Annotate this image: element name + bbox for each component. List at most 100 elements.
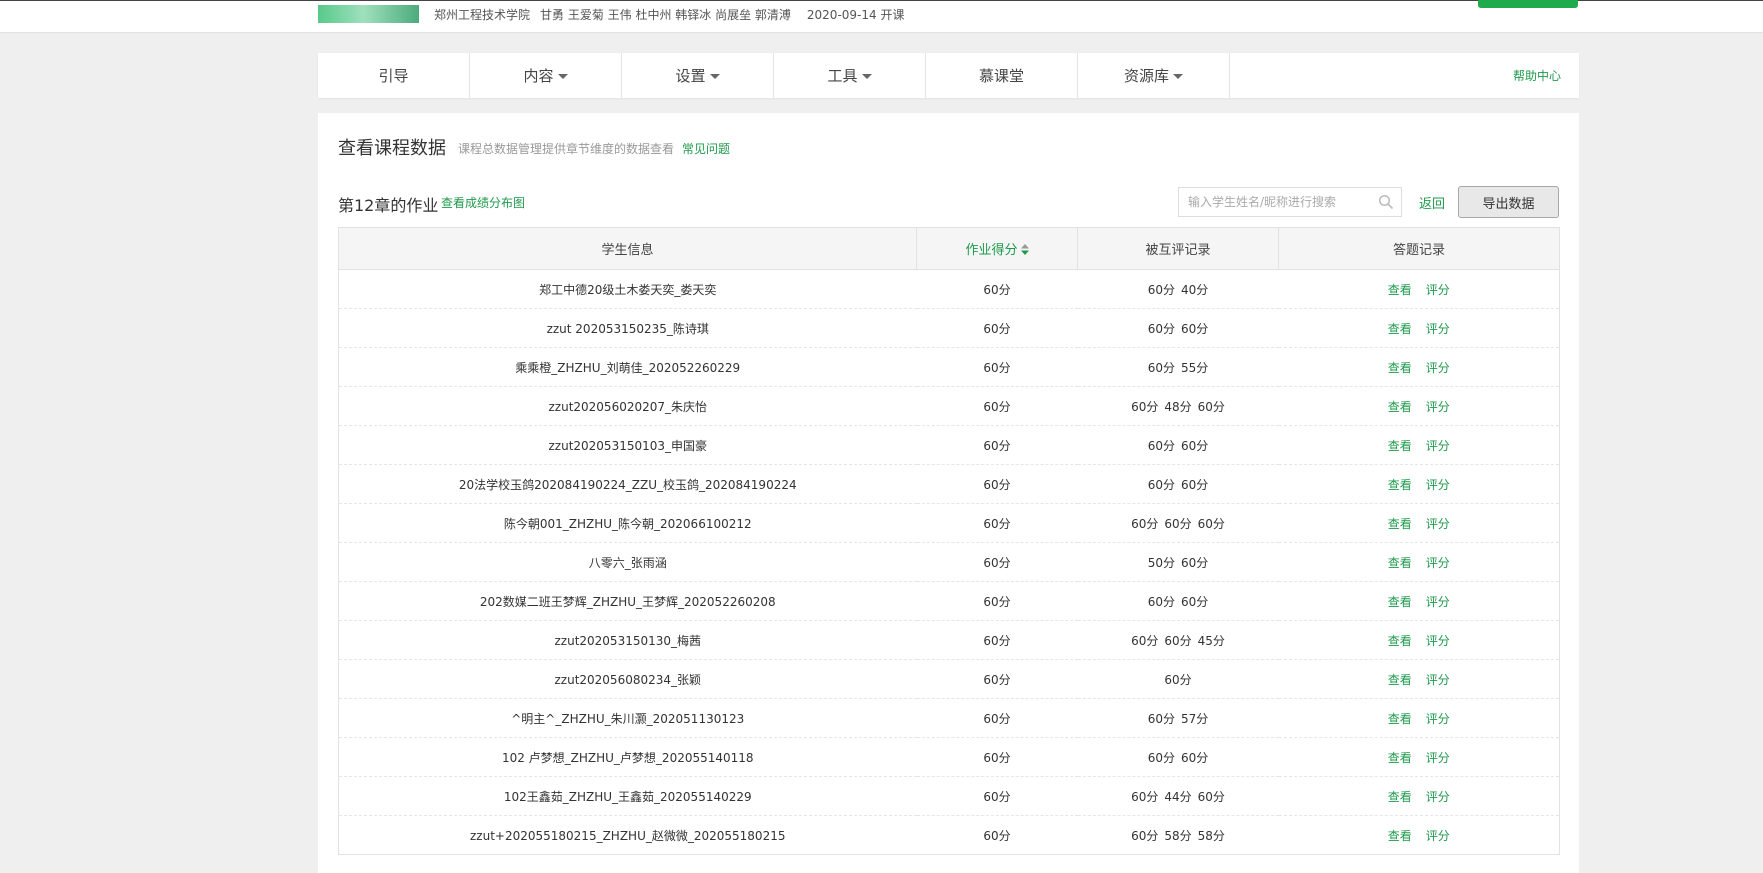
peer-review-score: 60分 bbox=[1181, 594, 1209, 609]
chevron-down-icon bbox=[709, 74, 720, 79]
peer-review-score: 60分 bbox=[1181, 438, 1209, 453]
column-header-answer-record: 答题记录 bbox=[1278, 227, 1560, 270]
nav-label: 内容 bbox=[523, 67, 554, 85]
answer-record-cell: 查看 评分 bbox=[1278, 269, 1560, 309]
grade-link[interactable]: 评分 bbox=[1426, 751, 1450, 765]
grade-link[interactable]: 评分 bbox=[1426, 673, 1450, 687]
view-link[interactable]: 查看 bbox=[1388, 517, 1412, 531]
homework-score-cell: 60分 bbox=[916, 698, 1078, 738]
export-data-button[interactable]: 导出数据 bbox=[1458, 186, 1559, 218]
table-row: ^明主^_ZHZHU_朱川灏_202051130123 60分 60分 57分 查看 评分 bbox=[338, 698, 1560, 738]
answer-record-cell: 查看 评分 bbox=[1278, 347, 1560, 387]
grade-link[interactable]: 评分 bbox=[1426, 478, 1450, 492]
view-link[interactable]: 查看 bbox=[1388, 478, 1412, 492]
grade-link[interactable]: 评分 bbox=[1426, 712, 1450, 726]
score-distribution-link[interactable]: 查看成绩分布图 bbox=[441, 194, 525, 211]
answer-record-cell: 查看 评分 bbox=[1278, 425, 1560, 465]
table-row: zzut202056080234_张颖 60分 60分 查看 评分 bbox=[338, 659, 1560, 699]
assignment-title: 第12章的作业 bbox=[338, 196, 439, 215]
answer-record-cell: 查看 评分 bbox=[1278, 308, 1560, 348]
student-info-cell: 乘乘橙_ZHZHU_刘萌佳_202052260229 bbox=[338, 347, 917, 387]
grade-link[interactable]: 评分 bbox=[1426, 595, 1450, 609]
course-data-panel: 查看课程数据 课程总数据管理提供章节维度的数据查看 常见问题 第12章的作业 查… bbox=[318, 113, 1579, 873]
table-row: 郑工中德20级土木娄天奕_娄天奕 60分 60分 40分 查看 评分 bbox=[338, 269, 1560, 309]
peer-review-score: 60分 bbox=[1197, 399, 1225, 414]
view-link[interactable]: 查看 bbox=[1388, 595, 1412, 609]
homework-score-cell: 60分 bbox=[916, 269, 1078, 309]
back-link[interactable]: 返回 bbox=[1419, 193, 1445, 212]
homework-score-cell: 60分 bbox=[916, 347, 1078, 387]
homework-score-cell: 60分 bbox=[916, 308, 1078, 348]
header-action-button[interactable] bbox=[1478, 0, 1578, 8]
peer-review-score: 60分 bbox=[1131, 633, 1159, 648]
grade-link[interactable]: 评分 bbox=[1426, 790, 1450, 804]
view-link[interactable]: 查看 bbox=[1388, 712, 1412, 726]
peer-review-score: 48分 bbox=[1164, 399, 1192, 414]
peer-review-score: 60分 bbox=[1147, 750, 1175, 765]
grade-link[interactable]: 评分 bbox=[1426, 829, 1450, 843]
grade-link[interactable]: 评分 bbox=[1426, 439, 1450, 453]
faq-link[interactable]: 常见问题 bbox=[682, 140, 730, 157]
answer-record-cell: 查看 评分 bbox=[1278, 581, 1560, 621]
chevron-down-icon bbox=[1173, 74, 1183, 79]
table-row: zzut+202055180215_ZHZHU_赵微微_202055180215… bbox=[338, 815, 1560, 855]
answer-record-cell: 查看 评分 bbox=[1278, 620, 1560, 660]
grade-link[interactable]: 评分 bbox=[1426, 361, 1450, 375]
course-cover-image[interactable] bbox=[318, 5, 419, 23]
answer-record-cell: 查看 评分 bbox=[1278, 737, 1560, 777]
peer-review-score: 44分 bbox=[1164, 789, 1192, 804]
student-info-cell: zzut202053150130_梅茜 bbox=[338, 620, 917, 660]
view-link[interactable]: 查看 bbox=[1388, 400, 1412, 414]
peer-review-cell: 60分 55分 bbox=[1077, 347, 1279, 387]
view-link[interactable]: 查看 bbox=[1388, 556, 1412, 570]
nav-tools[interactable]: 工具 bbox=[774, 53, 926, 98]
table-row: 202数媒二班王梦辉_ZHZHU_王梦辉_202052260208 60分 60分 6… bbox=[338, 581, 1560, 621]
view-link[interactable]: 查看 bbox=[1388, 322, 1412, 336]
peer-review-cell: 50分 60分 bbox=[1077, 542, 1279, 582]
nav-guide[interactable]: 引导 bbox=[318, 53, 470, 98]
search-input[interactable] bbox=[1179, 188, 1387, 216]
nav-mooc-classroom[interactable]: 慕课堂 bbox=[926, 53, 1078, 98]
student-info-cell: ^明主^_ZHZHU_朱川灏_202051130123 bbox=[338, 698, 917, 738]
view-link[interactable]: 查看 bbox=[1388, 829, 1412, 843]
view-link[interactable]: 查看 bbox=[1388, 439, 1412, 453]
course-nav: 引导 内容 设置 工具 慕课堂 资源库 帮助中心 bbox=[318, 53, 1579, 98]
view-link[interactable]: 查看 bbox=[1388, 673, 1412, 687]
student-info-cell: 陈今朝001_ZHZHU_陈今朝_202066100212 bbox=[338, 503, 917, 543]
answer-record-cell: 查看 评分 bbox=[1278, 503, 1560, 543]
grade-link[interactable]: 评分 bbox=[1426, 634, 1450, 648]
grade-table: 学生信息 作业得分 被互评记录 答题记录 郑工中德20级土木娄天奕_娄天奕 60分… bbox=[338, 227, 1560, 855]
homework-score-cell: 60分 bbox=[916, 620, 1078, 660]
peer-review-score: 60分 bbox=[1147, 360, 1175, 375]
search-icon[interactable] bbox=[1378, 194, 1394, 210]
peer-review-cell: 60分 60分 45分 bbox=[1077, 620, 1279, 660]
help-center-link[interactable]: 帮助中心 bbox=[1513, 67, 1561, 84]
answer-record-cell: 查看 评分 bbox=[1278, 464, 1560, 504]
view-link[interactable]: 查看 bbox=[1388, 283, 1412, 297]
peer-review-score: 50分 bbox=[1147, 555, 1175, 570]
view-link[interactable]: 查看 bbox=[1388, 361, 1412, 375]
homework-score-cell: 60分 bbox=[916, 581, 1078, 621]
view-link[interactable]: 查看 bbox=[1388, 790, 1412, 804]
grade-link[interactable]: 评分 bbox=[1426, 400, 1450, 414]
grade-link[interactable]: 评分 bbox=[1426, 556, 1450, 570]
peer-review-score: 60分 bbox=[1147, 282, 1175, 297]
peer-review-score: 58分 bbox=[1197, 828, 1225, 843]
grade-table-body: 郑工中德20级土木娄天奕_娄天奕 60分 60分 40分 查看 评分 zzut 202053… bbox=[338, 269, 1560, 855]
grade-link[interactable]: 评分 bbox=[1426, 283, 1450, 297]
column-header-peer-review: 被互评记录 bbox=[1077, 227, 1279, 270]
grade-link[interactable]: 评分 bbox=[1426, 517, 1450, 531]
column-header-score[interactable]: 作业得分 bbox=[916, 227, 1078, 270]
table-row: zzut202056020207_朱庆怡 60分 60分 48分 60分 查看 评分 bbox=[338, 386, 1560, 426]
sort-icon[interactable] bbox=[1020, 244, 1029, 255]
nav-resource-library[interactable]: 资源库 bbox=[1078, 53, 1230, 98]
student-info-cell: zzut202053150103_申国豪 bbox=[338, 425, 917, 465]
grade-link[interactable]: 评分 bbox=[1426, 322, 1450, 336]
peer-review-cell: 60分 bbox=[1077, 659, 1279, 699]
homework-score-cell: 60分 bbox=[916, 464, 1078, 504]
nav-content[interactable]: 内容 bbox=[470, 53, 622, 98]
nav-settings[interactable]: 设置 bbox=[622, 53, 774, 98]
view-link[interactable]: 查看 bbox=[1388, 634, 1412, 648]
view-link[interactable]: 查看 bbox=[1388, 751, 1412, 765]
nav-label: 设置 bbox=[675, 67, 706, 85]
